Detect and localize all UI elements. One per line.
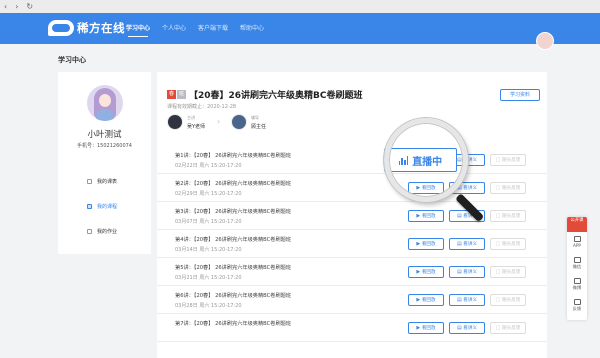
open-class-button[interactable]: 公开课 <box>567 217 587 232</box>
replay-button[interactable]: ▶ 看回放 <box>408 266 444 278</box>
lesson-title: 第6讲：【20春】 26讲刷完六年级奥精BC卷刷题班 <box>175 293 292 299</box>
quiz-button[interactable]: ▢ 随头反馈 <box>490 182 526 194</box>
teacher-tutor: 辅导 顾主任 <box>231 114 266 130</box>
replay-button[interactable]: ▶ 看回放 <box>408 294 444 306</box>
quiz-button[interactable]: ▢ 随头反馈 <box>490 238 526 250</box>
lesson-row: 第6讲：【20春】 26讲刷完六年级奥精BC卷刷题班 03月28日 周六 15:2… <box>157 287 547 314</box>
quiz-button[interactable]: ▢ 随头反馈 <box>490 210 526 222</box>
chevron-right-icon: › <box>217 117 221 126</box>
nav-item-personal-center[interactable]: 个人中心 <box>162 13 186 44</box>
logo-icon <box>48 20 74 36</box>
floating-sidebar: 公开课 APP 微信 微博 反馈 <box>567 217 587 320</box>
class-tag: 班 <box>177 90 186 99</box>
lesson-row: 第3讲：【20春】 26讲刷完六年级奥精BC卷刷题班 03月07日 周六 15:2… <box>157 203 547 230</box>
teacher-avatar <box>167 114 183 130</box>
top-nav: 稀方在线 学习中心 个人中心 客户端下载 帮助中心 <box>0 13 600 50</box>
nav-item-learning-center[interactable]: 学习中心 <box>126 13 150 44</box>
replay-button[interactable]: ▶ 看回放 <box>408 238 444 250</box>
course-deadline: 课程有效期截止：2020-12-28 <box>167 104 237 110</box>
replay-button[interactable]: ▶ 看回放 <box>408 210 444 222</box>
lesson-row: 第5讲：【20春】 26讲刷完六年级奥精BC卷刷题班 03月21日 周六 15:2… <box>157 259 547 286</box>
wechat-icon <box>573 257 581 263</box>
page-title: 学习中心 <box>58 56 86 64</box>
lesson-title: 第2讲：【20春】 26讲刷完六年级奥精BC卷刷题班 <box>175 181 292 187</box>
quiz-button[interactable]: ▢ 随头反馈 <box>490 322 526 334</box>
lesson-row: 第2讲：【20春】 26讲刷完六年级奥精BC卷刷题班 02月29日 周六 15:2… <box>157 175 547 202</box>
profile-name: 小叶测试 <box>87 130 122 140</box>
feedback-icon <box>573 299 581 305</box>
lesson-title: 第1讲：【20春】 26讲刷完六年级奥精BC卷刷题班 <box>175 153 292 159</box>
course-header: 春 班 【20春】26讲刷完六年级奥精BC卷刷题班 课程有效期截止：2020-1… <box>157 72 547 142</box>
menu-my-schedule[interactable]: 我的课表 <box>87 178 147 185</box>
nav-item-client-download[interactable]: 客户端下载 <box>198 13 228 44</box>
lesson-title: 第4讲：【20春】 26讲刷完六年级奥精BC卷刷题班 <box>175 237 292 243</box>
profile-card: 小叶测试 手机号：15021260074 我的课表 我的课程 我的作业 <box>58 72 151 254</box>
lesson-time: 03月14日 周六 15:20-17:20 <box>175 247 242 253</box>
lesson-row: 第1讲：【20春】 26讲刷完六年级奥精BC卷刷题班 02月22日 周六 15:2… <box>157 147 547 174</box>
back-icon[interactable]: ‹ <box>4 0 7 13</box>
float-wechat[interactable]: 微信 <box>567 257 587 270</box>
quiz-button[interactable]: ▢ 随头反馈 <box>490 154 526 166</box>
lesson-time: 02月22日 周六 15:20-17:20 <box>175 163 242 169</box>
notes-button[interactable]: ▤ 看讲义 <box>449 182 485 194</box>
lesson-title: 第7讲：【20春】 26讲刷完六年级奥精BC卷刷题班 <box>175 321 292 327</box>
float-app[interactable]: APP <box>567 236 587 248</box>
lesson-row: 第4讲：【20春】 26讲刷完六年级奥精BC卷刷题班 03月14日 周六 15:2… <box>157 231 547 258</box>
notes-button[interactable]: ▤ 看讲义 <box>449 322 485 334</box>
lesson-title: 第5讲：【20春】 26讲刷完六年级奥精BC卷刷题班 <box>175 265 292 271</box>
float-weibo[interactable]: 微博 <box>567 278 587 291</box>
browser-toolbar: ‹ › ↻ <box>0 0 600 13</box>
nav-item-help-center[interactable]: 帮助中心 <box>240 13 264 44</box>
teacher-main: 主讲 吴Y老师 <box>167 114 205 130</box>
lesson-title: 第3讲：【20春】 26讲刷完六年级奥精BC卷刷题班 <box>175 209 292 215</box>
notes-button[interactable]: ▤ 看讲义 <box>449 266 485 278</box>
lesson-time: 02月29日 周六 15:20-17:20 <box>175 191 242 197</box>
profile-avatar <box>87 85 123 121</box>
course-title: 【20春】26讲刷完六年级奥精BC卷刷题班 <box>189 91 363 101</box>
course-card: 春 班 【20春】26讲刷完六年级奥精BC卷刷题班 课程有效期截止：2020-1… <box>157 72 547 358</box>
menu-my-homework[interactable]: 我的作业 <box>87 228 147 235</box>
quiz-button[interactable]: ▢ 随头反馈 <box>490 294 526 306</box>
tutor-avatar <box>231 114 247 130</box>
notes-button[interactable]: ▤ 看讲义 <box>449 238 485 250</box>
replay-button[interactable]: ▶ 看回放 <box>408 182 444 194</box>
profile-phone: 手机号：15021260074 <box>77 143 132 149</box>
quiz-button[interactable]: ▢ 随头反馈 <box>490 266 526 278</box>
user-avatar[interactable] <box>536 32 554 50</box>
notes-button[interactable]: ▤ 看讲义 <box>449 294 485 306</box>
logo[interactable]: 稀方在线 <box>48 20 125 36</box>
calendar-icon <box>87 179 92 184</box>
live-button[interactable]: 直播中 <box>384 148 457 172</box>
homework-icon <box>87 229 92 234</box>
course-icon <box>87 204 92 209</box>
weibo-icon <box>573 278 581 284</box>
lesson-time: 03月28日 周六 15:20-17:20 <box>175 303 242 309</box>
spring-tag: 春 <box>167 90 176 99</box>
float-feedback[interactable]: 反馈 <box>567 299 587 312</box>
reload-icon[interactable]: ↻ <box>26 0 33 13</box>
download-icon <box>573 236 581 242</box>
replay-button[interactable]: ▶ 看回放 <box>408 322 444 334</box>
live-icon <box>398 155 409 165</box>
lesson-time: 03月07日 周六 15:20-17:20 <box>175 219 242 225</box>
study-materials-button[interactable]: 学习资料 <box>500 89 540 101</box>
lesson-time: 03月21日 周六 15:20-17:20 <box>175 275 242 281</box>
lesson-row: 第7讲：【20春】 26讲刷完六年级奥精BC卷刷题班 ▶ 看回放 ▤ 看讲义 ▢ 随头… <box>157 315 547 342</box>
menu-my-courses[interactable]: 我的课程 <box>87 203 147 210</box>
forward-icon[interactable]: › <box>15 0 18 13</box>
